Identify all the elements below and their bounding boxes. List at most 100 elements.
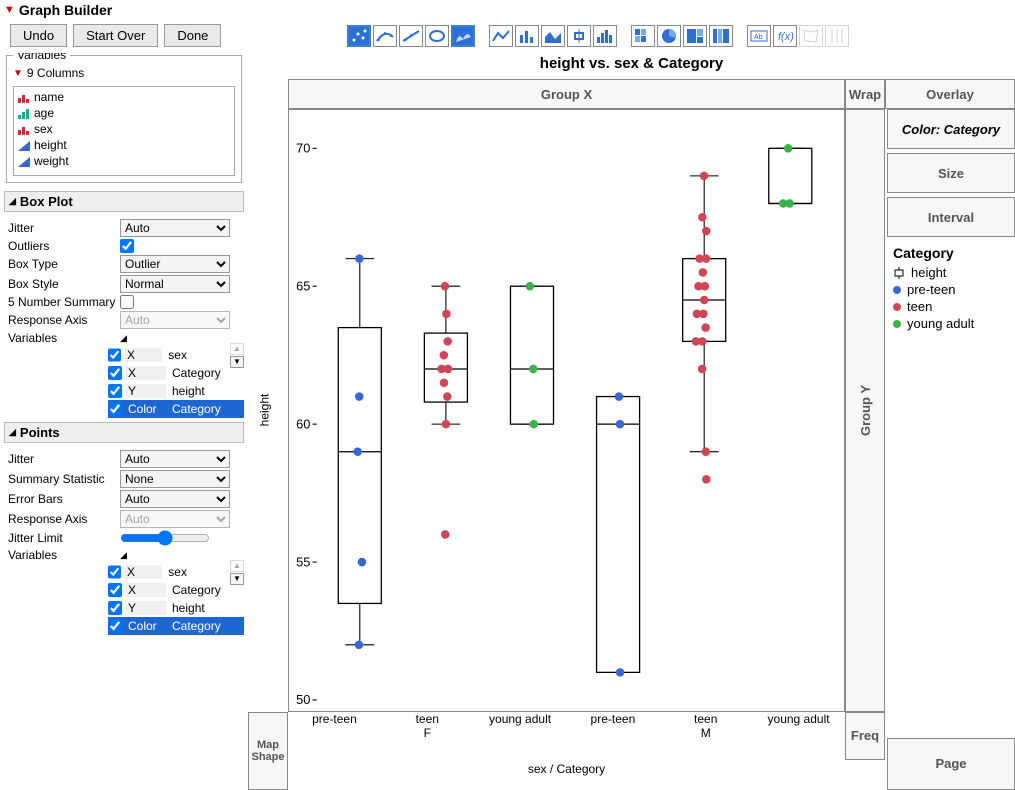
svg-text:70: 70 <box>296 141 310 156</box>
caption-element-icon[interactable]: Ab <box>747 25 771 47</box>
undo-button[interactable]: Undo <box>10 24 67 47</box>
dropzone-map-shape[interactable]: Map Shape <box>248 712 288 790</box>
x-tick-label: young adult <box>752 712 845 726</box>
legend-box-key: height <box>893 265 1009 280</box>
dropzone-interval[interactable]: Interval <box>887 197 1015 237</box>
role-check[interactable] <box>108 402 122 416</box>
prop-row: Jitter Limit <box>4 529 244 547</box>
contour-element-icon[interactable] <box>451 25 475 47</box>
prop-check[interactable] <box>120 239 134 253</box>
column-list[interactable]: nameagesexheightweight <box>13 86 235 176</box>
x-tick-label: pre-teen <box>566 712 659 726</box>
role-row[interactable]: ColorCategory <box>108 617 244 635</box>
ellipse-element-icon[interactable] <box>425 25 449 47</box>
prop-select[interactable]: Outlier <box>120 255 230 273</box>
treemap-element-icon[interactable] <box>683 25 707 47</box>
legend-item[interactable]: young adult <box>893 316 1009 331</box>
column-item[interactable]: name <box>16 89 232 105</box>
prop-select: Auto <box>120 311 230 329</box>
left-panel: Variables ▼ 9 Columns nameagesexheightwe… <box>0 53 248 735</box>
role-row[interactable]: XCategory <box>108 364 244 382</box>
bar-element-icon[interactable] <box>515 25 539 47</box>
role-check[interactable] <box>108 583 122 597</box>
role-check[interactable] <box>108 366 122 380</box>
role-row[interactable]: Yheight <box>108 382 244 400</box>
pie-element-icon[interactable] <box>657 25 681 47</box>
dropzone-page[interactable]: Page <box>887 738 1015 790</box>
disclosure-icon[interactable]: ▼ <box>4 4 15 16</box>
column-item[interactable]: sex <box>16 121 232 137</box>
smoother-element-icon[interactable] <box>373 25 397 47</box>
jitter-limit-slider[interactable] <box>120 530 210 546</box>
prop-select[interactable]: Auto <box>120 450 230 468</box>
heatmap-element-icon[interactable] <box>631 25 655 47</box>
prop-row: JitterAuto <box>4 449 244 469</box>
dropzone-freq[interactable]: Freq <box>845 712 885 760</box>
startover-button[interactable]: Start Over <box>73 24 158 47</box>
prop-row: Response AxisAuto <box>4 509 244 529</box>
line-element-icon[interactable] <box>489 25 513 47</box>
histogram-element-icon[interactable] <box>593 25 617 47</box>
role-row[interactable]: ColorCategory <box>108 400 244 418</box>
move-down-icon[interactable]: ▼ <box>230 573 244 585</box>
mosaic-element-icon[interactable] <box>709 25 733 47</box>
prop-row: Outliers <box>4 238 244 254</box>
columns-disclosure-icon[interactable]: ▼ <box>13 68 23 79</box>
points-section-header[interactable]: ◢ Points <box>4 422 244 443</box>
done-button[interactable]: Done <box>164 24 221 47</box>
area-element-icon[interactable] <box>541 25 565 47</box>
dropzone-group-x[interactable]: Group X <box>288 79 845 109</box>
prop-check[interactable] <box>120 295 134 309</box>
prop-select[interactable]: None <box>120 470 230 488</box>
column-item[interactable]: weight <box>16 153 232 169</box>
dropzone-overlay[interactable]: Overlay <box>885 79 1015 109</box>
points-section-title: Points <box>20 425 60 440</box>
legend-title: Category <box>893 245 1009 261</box>
lineoffit-element-icon[interactable] <box>399 25 423 47</box>
x-axis-label: sex / Category <box>288 760 845 790</box>
role-row[interactable]: XCategory <box>108 581 244 599</box>
move-up-icon: ▲ <box>230 560 244 572</box>
x-tick-label: teen <box>659 712 752 726</box>
prop-row: Error BarsAuto <box>4 489 244 509</box>
prop-select[interactable]: Normal <box>120 275 230 293</box>
boxplot-element-icon[interactable] <box>567 25 591 47</box>
disclosure-triangle-icon: ◢ <box>9 427 16 438</box>
role-row[interactable]: Xsex▲▼ <box>108 346 244 364</box>
dropzone-color[interactable]: Color: Category <box>887 109 1015 149</box>
x-group-label: M <box>567 726 846 740</box>
y-axis: height <box>248 109 288 712</box>
role-row[interactable]: Xsex▲▼ <box>108 563 244 581</box>
role-row[interactable]: Yheight <box>108 599 244 617</box>
prop-select[interactable]: Auto <box>120 219 230 237</box>
boxplot-section-header[interactable]: ◢ Box Plot <box>4 191 244 212</box>
points-element-icon[interactable] <box>347 25 371 47</box>
parallel-element-icon <box>825 25 849 47</box>
legend-item[interactable]: teen <box>893 299 1009 314</box>
role-check[interactable] <box>108 348 121 362</box>
x-tick-label: young adult <box>474 712 567 726</box>
x-axis: pre-teenteenyoung adultpre-teenteenyoung… <box>288 712 845 760</box>
column-item[interactable]: age <box>16 105 232 121</box>
disclosure-triangle-icon[interactable]: ◢ <box>120 333 127 344</box>
role-check[interactable] <box>108 384 122 398</box>
role-check[interactable] <box>108 565 121 579</box>
chart-title: height vs. sex & Category <box>248 53 1015 79</box>
column-item[interactable]: height <box>16 137 232 153</box>
disclosure-triangle-icon[interactable]: ◢ <box>120 550 127 561</box>
element-toolbar: Ab f(x) <box>347 25 861 47</box>
dropzone-wrap[interactable]: Wrap <box>845 79 885 109</box>
role-check[interactable] <box>108 601 122 615</box>
role-check[interactable] <box>108 619 122 633</box>
prop-row: Box TypeOutlier <box>4 254 244 274</box>
svg-text:65: 65 <box>296 278 310 293</box>
dropzone-group-y[interactable]: Group Y <box>845 109 885 712</box>
move-down-icon[interactable]: ▼ <box>230 356 244 368</box>
prop-select[interactable]: Auto <box>120 490 230 508</box>
svg-text:55: 55 <box>296 554 310 569</box>
formula-element-icon[interactable]: f(x) <box>773 25 797 47</box>
dropzone-size[interactable]: Size <box>887 153 1015 193</box>
legend-item[interactable]: pre-teen <box>893 282 1009 297</box>
boxplot-section-title: Box Plot <box>20 194 73 209</box>
plot-area[interactable]: 5055606570 <box>288 109 845 712</box>
